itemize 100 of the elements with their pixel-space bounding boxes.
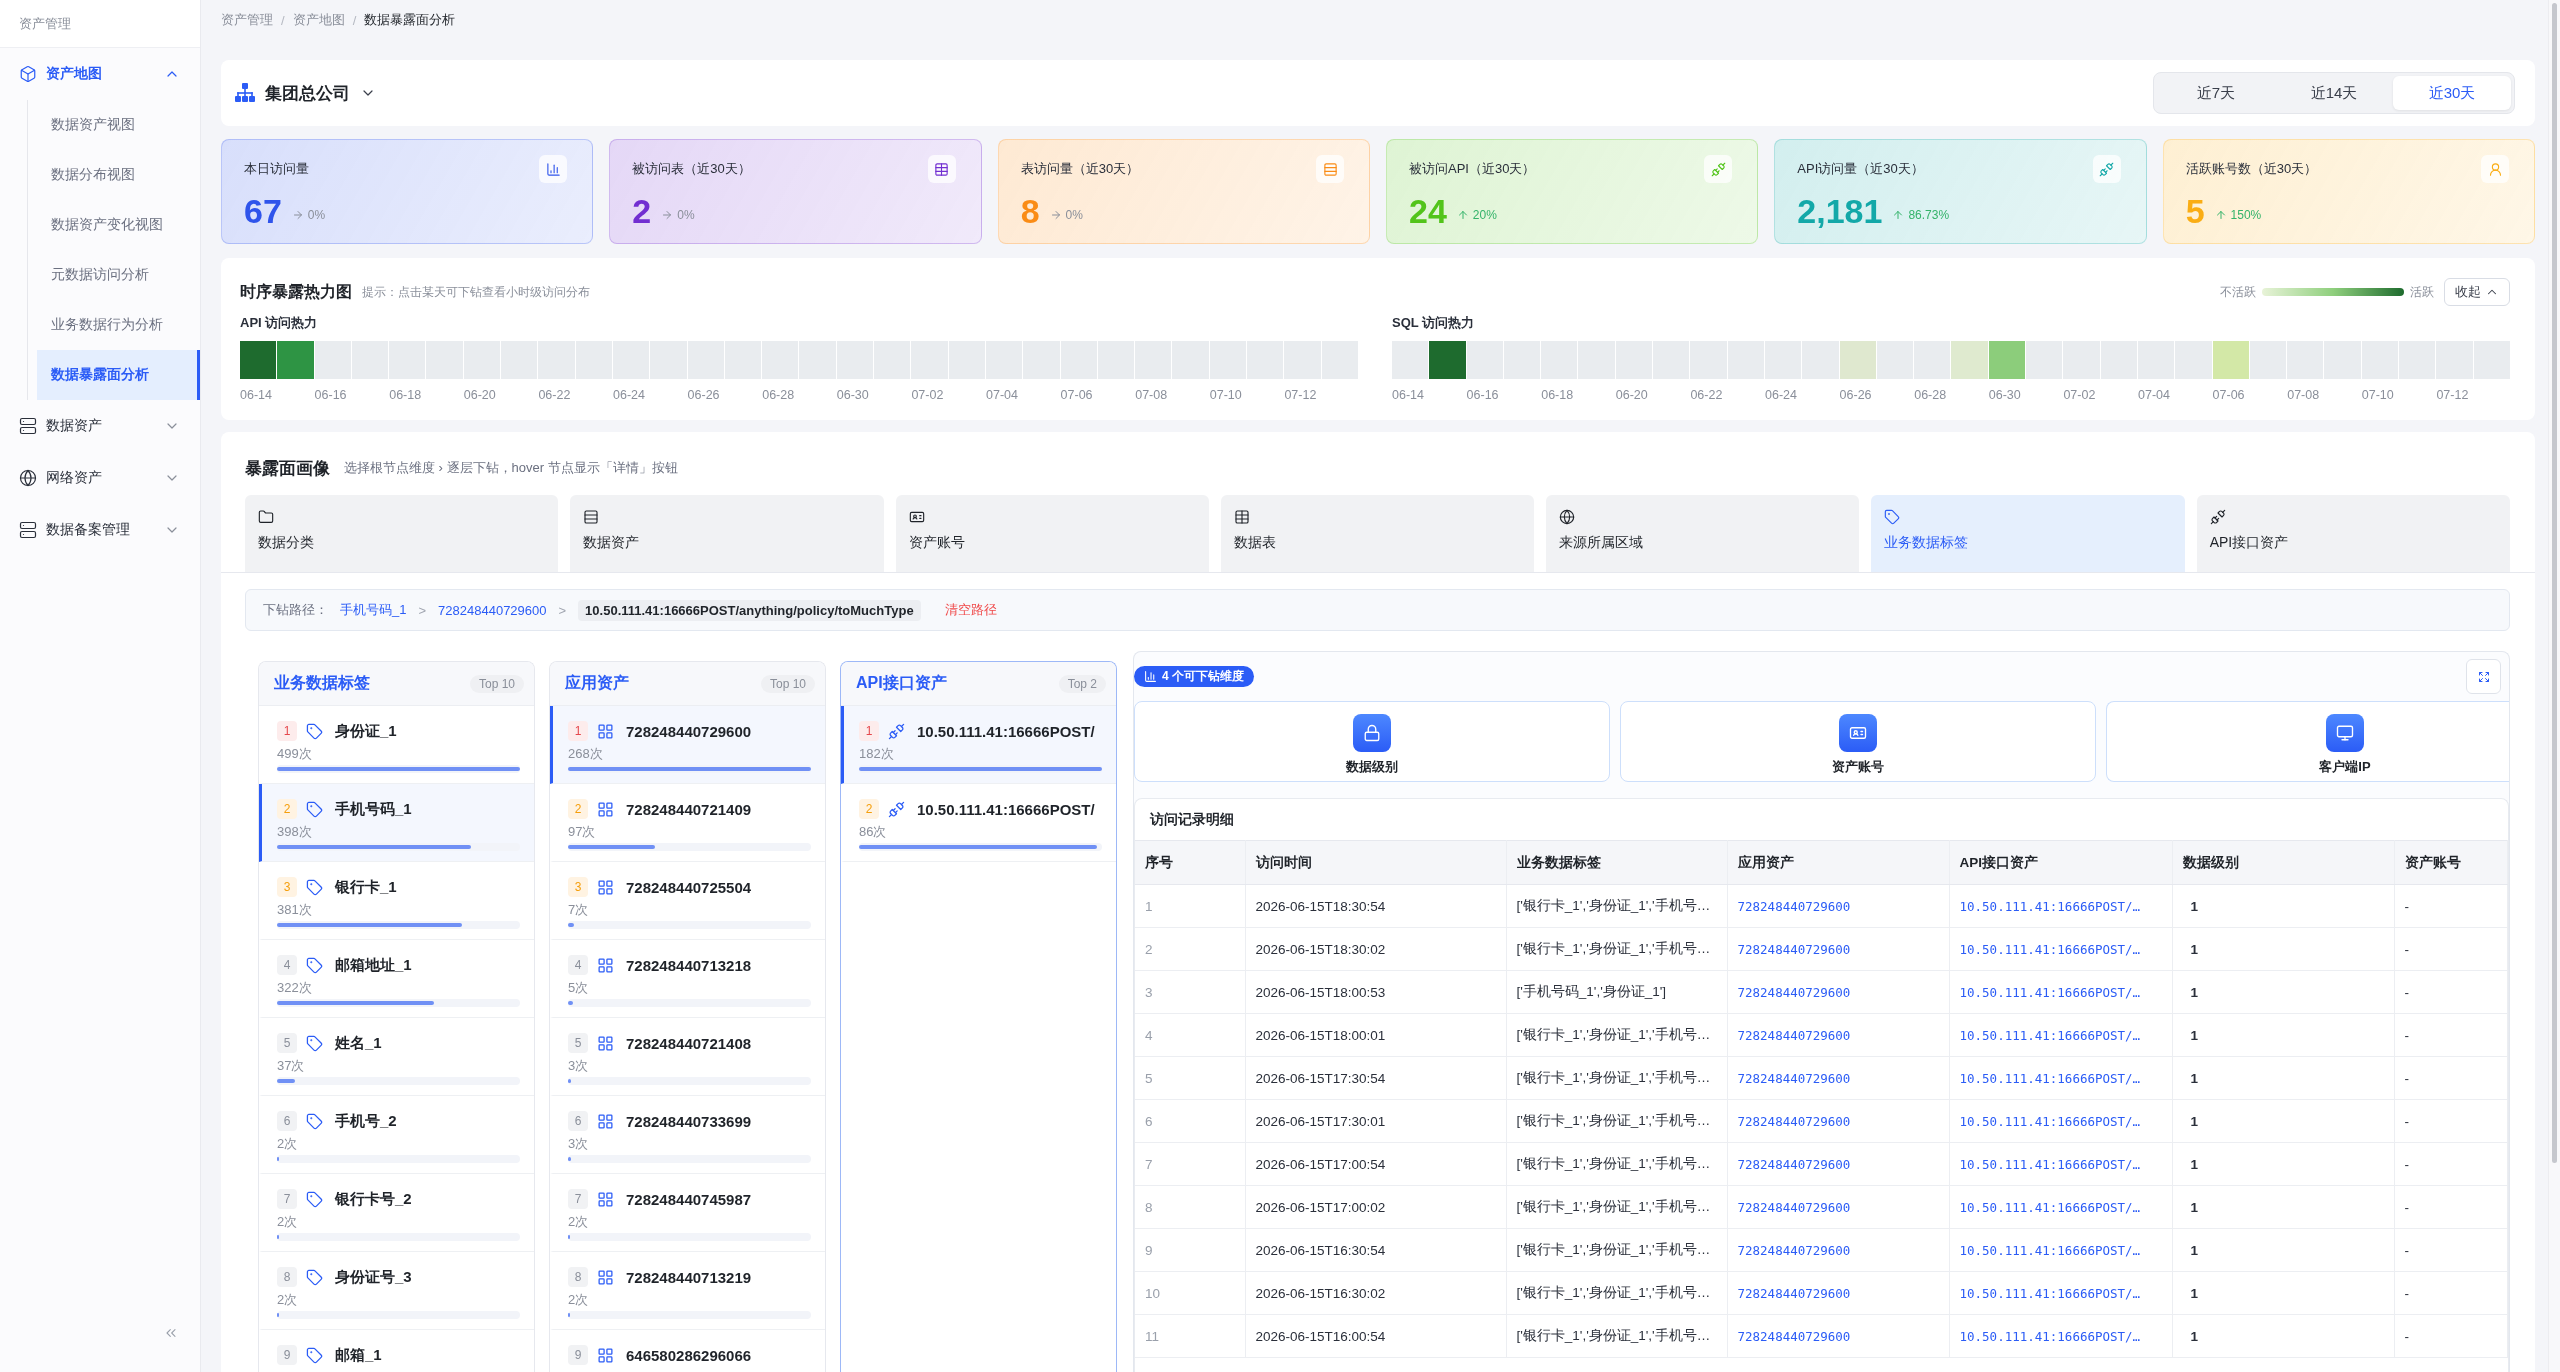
dimension-card[interactable]: 客户端IP — [2106, 701, 2509, 782]
tag-icon — [306, 800, 323, 818]
dimension-tab[interactable]: 数据表 — [1220, 495, 1535, 572]
date-label: 07-08 — [1135, 387, 1169, 403]
dimension-tab[interactable]: 业务数据标签 — [1871, 495, 2185, 572]
asset-link[interactable]: 728248440729600 — [1737, 1156, 1851, 1172]
item-name: 手机号码_1 — [335, 799, 412, 819]
asset-link[interactable]: 728248440729600 — [1737, 1070, 1851, 1086]
visit-count: 2次 — [568, 1292, 590, 1308]
heatmap-cell[interactable] — [1802, 341, 1839, 379]
api-link[interactable]: 10.50.111.41:16666POST/… — [1959, 1199, 2141, 1215]
date-label: 07-04 — [986, 387, 1019, 403]
nav-item[interactable]: 数据分布视图 — [37, 150, 200, 200]
dimension-tab[interactable]: API接口资产 — [2196, 495, 2510, 572]
asset-link[interactable]: 728248440729600 — [1737, 1285, 1851, 1301]
nav-item[interactable]: 数据资产变化视图 — [37, 200, 200, 250]
table-cell: 2026-06-15T16:00:54 — [1245, 1314, 1506, 1358]
heatmap-cell[interactable] — [1951, 341, 1988, 379]
dimension-tab[interactable]: 数据资产 — [570, 495, 884, 572]
dimension-tab[interactable]: 数据分类 — [245, 495, 559, 572]
item-name: 邮箱_1 — [335, 1345, 382, 1365]
scrollbar-thumb[interactable] — [2552, 3, 2557, 1163]
top-count-tag: Top 2 — [1058, 674, 1106, 693]
asset-link[interactable]: 728248440729600 — [1737, 898, 1851, 914]
table-cell: 2026-06-15T17:30:01 — [1245, 1099, 1506, 1143]
dimension-card[interactable]: 资产账号 — [1620, 701, 2096, 782]
table-cell: 11 — [1135, 1314, 1245, 1358]
heatmap-cell[interactable] — [2212, 341, 2249, 379]
asset-link[interactable]: 728248440729600 — [1737, 984, 1851, 1000]
heatmap-cell[interactable] — [1988, 341, 2026, 379]
heatmap-label: SQL 访问热力 — [1392, 314, 1476, 332]
nav-group[interactable]: 数据备案管理 — [0, 504, 200, 556]
nav-group[interactable]: 数据资产 — [0, 400, 200, 452]
heatmap-cell[interactable] — [2026, 341, 2063, 379]
period-tab[interactable]: 近30天 — [2393, 76, 2511, 110]
period-tab[interactable]: 近14天 — [2275, 76, 2393, 110]
period-tab[interactable]: 近7天 — [2157, 76, 2275, 110]
asset-link[interactable]: 728248440729600 — [1737, 1242, 1851, 1258]
stat-change: 86.73% — [1908, 208, 1950, 222]
dimension-card[interactable]: 数据级别 — [1134, 701, 1610, 782]
heatmap-cell[interactable] — [1466, 341, 1503, 379]
api-link[interactable]: 10.50.111.41:16666POST/… — [1959, 1027, 2141, 1043]
stat-value: 2,181 — [1797, 191, 1883, 231]
heatmap-cell[interactable] — [314, 341, 351, 379]
collapse-button[interactable]: 收起 — [2444, 278, 2510, 306]
asset-link[interactable]: 728248440729600 — [1737, 1027, 1851, 1043]
nav-item[interactable]: 数据资产视图 — [37, 100, 200, 150]
nav-item[interactable]: 业务数据行为分析 — [37, 300, 200, 350]
heatmap-cell[interactable] — [1876, 341, 1914, 379]
api-link[interactable]: 10.50.111.41:16666POST/… — [1959, 984, 2141, 1000]
heatmap-cell[interactable] — [240, 341, 277, 379]
heatmap-cell[interactable] — [277, 341, 314, 379]
table-cell: - — [2394, 1056, 2508, 1100]
asset-link[interactable]: 728248440729600 — [1737, 941, 1851, 957]
ranking-row[interactable]: 1 10.50.111.41:16666POST/ 182次 — [841, 706, 1116, 784]
item-name: 728248440729600 — [626, 722, 752, 740]
visit-count: 2次 — [568, 1214, 590, 1230]
top-count-tag: Top 10 — [760, 674, 815, 693]
api-link[interactable]: 10.50.111.41:16666POST/… — [1959, 1156, 2141, 1172]
plug-icon — [2092, 155, 2121, 183]
nav-group[interactable]: 资产地图 — [0, 48, 200, 100]
expand-button[interactable] — [2466, 659, 2501, 694]
date-label: 06-20 — [463, 387, 497, 403]
api-link[interactable]: 10.50.111.41:16666POST/… — [1959, 1242, 2141, 1258]
asset-link[interactable]: 728248440729600 — [1737, 1199, 1851, 1215]
org-selector[interactable]: 集团总公司 — [235, 81, 376, 105]
api-link[interactable]: 10.50.111.41:16666POST/… — [1959, 1070, 2141, 1086]
nav-item[interactable]: 元数据访问分析 — [37, 250, 200, 300]
item-name: 728248440725504 — [626, 878, 752, 896]
column-title: 应用资产 — [565, 673, 629, 693]
ranking-row[interactable]: 1 728248440729600 268次 — [550, 706, 825, 784]
path-link[interactable]: 728248440729600 — [438, 602, 547, 618]
asset-link[interactable]: 728248440729600 — [1737, 1113, 1851, 1129]
clear-path-link[interactable]: 清空路径 — [944, 601, 997, 619]
visit-count: 398次 — [277, 824, 313, 840]
table-cell: - — [2394, 1228, 2508, 1272]
api-link[interactable]: 10.50.111.41:16666POST/… — [1959, 898, 2141, 914]
dimension-tab[interactable]: 资产账号 — [895, 495, 1209, 572]
column-title: 业务数据标签 — [274, 673, 370, 693]
asset-link[interactable]: 728248440729600 — [1737, 1328, 1851, 1344]
ranking-row[interactable]: 2 手机号码_1 398次 — [259, 784, 534, 862]
table-cell: 2026-06-15T18:00:01 — [1245, 1013, 1506, 1057]
visit-count: 182次 — [859, 746, 895, 762]
api-link[interactable]: 10.50.111.41:16666POST/… — [1959, 1113, 2141, 1129]
heatmap-cell[interactable] — [2249, 341, 2287, 379]
nav-group[interactable]: 网络资产 — [0, 452, 200, 504]
api-link[interactable]: 10.50.111.41:16666POST/… — [1959, 1328, 2141, 1344]
heatmap-cell[interactable] — [1392, 341, 1429, 379]
heatmap-cell[interactable] — [1429, 341, 1466, 379]
path-link[interactable]: 手机号码_1 — [340, 601, 407, 619]
table-cell: 1 — [2172, 970, 2394, 1014]
nav-item[interactable]: 数据暴露面分析 — [37, 350, 200, 400]
heatmap-cell[interactable] — [1839, 341, 1876, 379]
column-header: 访问时间 — [1245, 840, 1506, 885]
dimension-tab[interactable]: 来源所属区域 — [1546, 495, 1860, 572]
api-link[interactable]: 10.50.111.41:16666POST/… — [1959, 941, 2141, 957]
api-link[interactable]: 10.50.111.41:16666POST/… — [1959, 1285, 2141, 1301]
item-name: 10.50.111.41:16666POST/ — [917, 800, 1095, 818]
heatmap-cell[interactable] — [1914, 341, 1951, 379]
heatmap-cell[interactable] — [2175, 341, 2212, 379]
